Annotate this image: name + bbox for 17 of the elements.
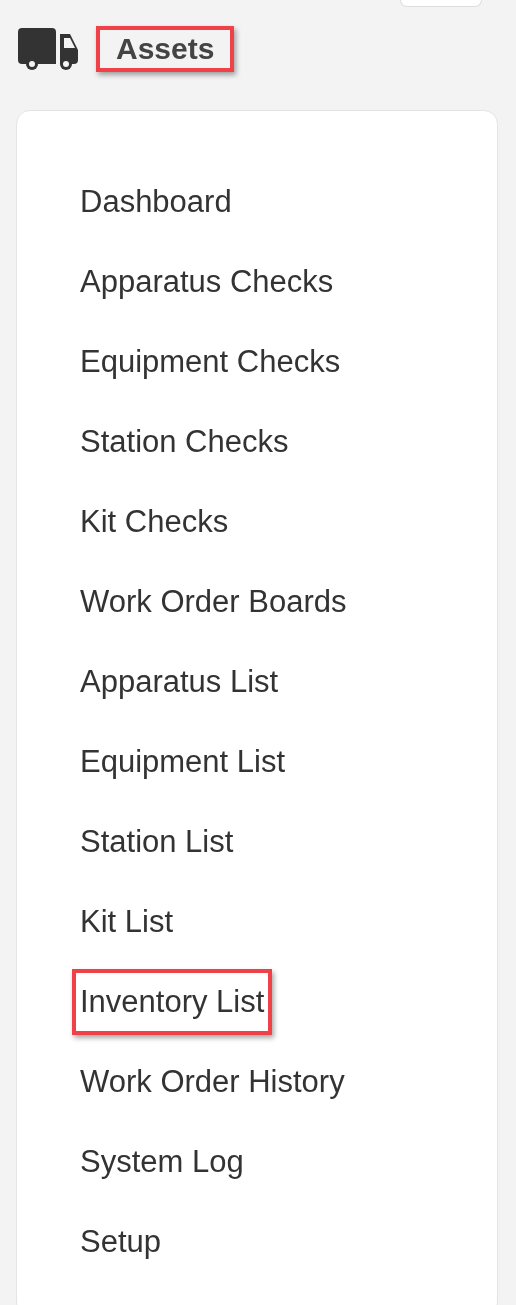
menu-item[interactable]: Station List (72, 809, 242, 875)
menu-item[interactable]: System Log (72, 1129, 252, 1195)
menu-item[interactable]: Apparatus List (72, 649, 287, 715)
menu-item[interactable]: Equipment List (72, 729, 294, 795)
menu-item[interactable]: Apparatus Checks (72, 249, 342, 315)
menu-item[interactable]: Kit Checks (72, 489, 237, 555)
menu-item[interactable]: Setup (72, 1209, 169, 1275)
top-button[interactable] (400, 0, 482, 7)
menu-item[interactable]: Inventory List (72, 969, 273, 1035)
menu-item[interactable]: Kit List (72, 889, 182, 955)
menu-item[interactable]: Dashboard (72, 169, 240, 235)
truck-icon (18, 28, 80, 70)
section-title: Assets (96, 26, 235, 72)
menu-item[interactable]: Equipment Checks (72, 329, 349, 395)
menu-item[interactable]: Work Order History (72, 1049, 353, 1115)
menu-item[interactable]: Station Checks (72, 409, 297, 475)
menu-item[interactable]: Work Order Boards (72, 569, 355, 635)
